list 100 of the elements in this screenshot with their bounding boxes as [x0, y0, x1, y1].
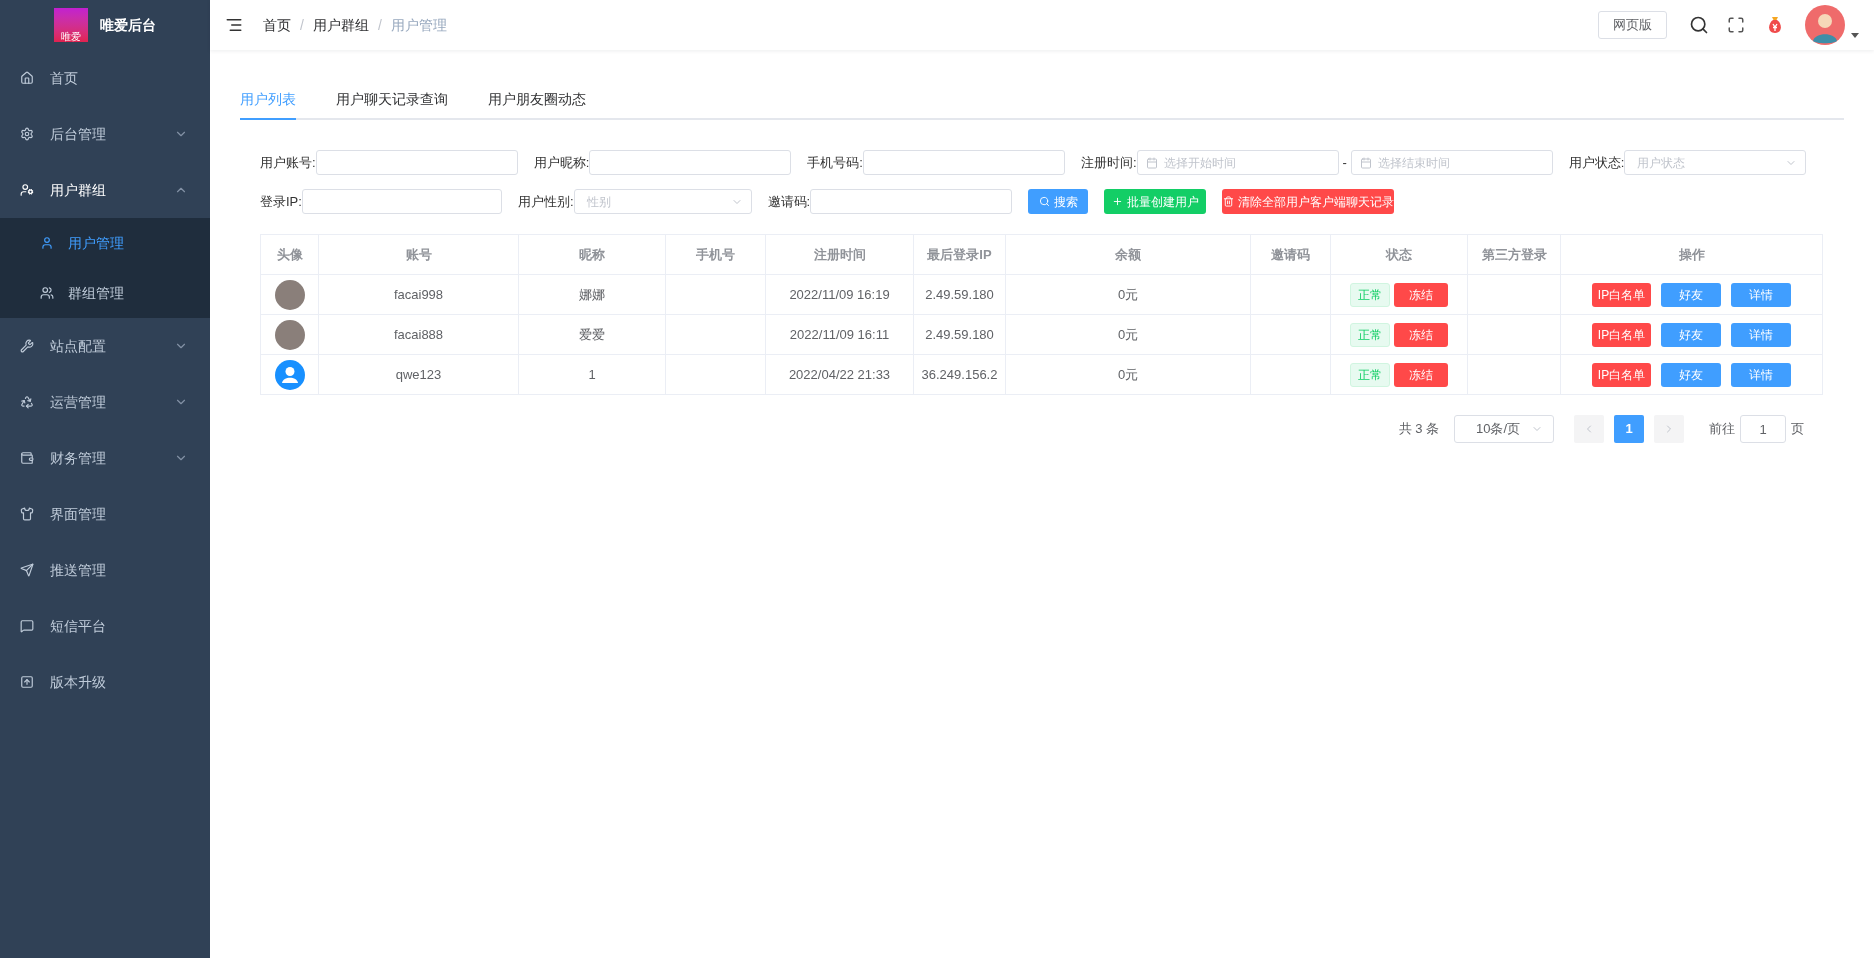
tab[interactable]: 用户列表 [240, 80, 296, 120]
upload-icon [20, 675, 34, 689]
column-header: 状态 [1330, 234, 1468, 275]
fullscreen-icon[interactable] [1727, 16, 1745, 34]
page-button[interactable]: 1 [1614, 415, 1644, 443]
freeze-button[interactable]: 冻结 [1394, 282, 1448, 307]
action-button[interactable]: 详情 [1731, 282, 1792, 307]
wrench-icon [20, 339, 34, 353]
sidebar-item[interactable]: 短信平台 [0, 598, 210, 654]
column-header: 手机号 [665, 234, 766, 275]
shirt-icon [20, 507, 34, 521]
batch-create-button[interactable]: 批量创建用户 [1104, 189, 1207, 214]
table-cell: facai998 [318, 274, 519, 315]
photo-placeholder [274, 319, 305, 350]
plus-icon [1111, 196, 1123, 207]
input-field[interactable] [862, 150, 1065, 175]
sidebar-subitem[interactable]: 用户管理 [0, 218, 210, 268]
tab[interactable]: 用户朋友圈动态 [488, 80, 586, 120]
table-cell: 2.49.59.180 [913, 314, 1006, 355]
date-field[interactable]: 选择开始时间 [1136, 150, 1339, 175]
field-label: 登录IP: [260, 192, 302, 211]
action-button[interactable]: IP白名单 [1591, 282, 1652, 307]
default-avatar-icon [274, 359, 305, 390]
sidebar-item[interactable]: 推送管理 [0, 542, 210, 598]
sidebar-item[interactable]: 后台管理 [0, 106, 210, 162]
column-header: 第三方登录 [1467, 234, 1561, 275]
trash-icon [1222, 196, 1234, 207]
action-button[interactable]: 详情 [1731, 362, 1792, 387]
freeze-button[interactable]: 冻结 [1394, 362, 1448, 387]
sidebar-item[interactable]: 版本升级 [0, 654, 210, 710]
field-label: 手机号码: [807, 153, 863, 172]
column-header: 邀请码 [1250, 234, 1331, 275]
status-tag: 正常 [1350, 362, 1390, 387]
caret-icon[interactable] [1851, 32, 1859, 38]
table-cell: 爱爱 [518, 314, 666, 355]
action-button[interactable]: 详情 [1731, 322, 1792, 347]
field-label: 注册时间: [1080, 153, 1137, 172]
next-page-button[interactable] [1654, 415, 1684, 443]
input-field[interactable] [301, 189, 502, 214]
breadcrumb-separator: / [300, 15, 304, 35]
freeze-button[interactable]: 冻结 [1394, 322, 1448, 347]
breadcrumb-item: 用户管理 [390, 15, 447, 35]
logo: 唯爱 [54, 8, 88, 42]
date-field[interactable]: 选择结束时间 [1350, 150, 1553, 175]
input-field[interactable] [315, 150, 518, 175]
sidebar-item[interactable]: 财务管理 [0, 430, 210, 486]
table-cell: facai888 [318, 314, 519, 355]
table-cell: 0元 [1005, 314, 1251, 355]
user-icon [40, 236, 54, 250]
breadcrumb-item[interactable]: 首页 [263, 14, 291, 36]
sidebar-item[interactable]: 用户群组 [0, 162, 210, 218]
input-field[interactable] [810, 189, 1013, 214]
action-button[interactable]: IP白名单 [1591, 322, 1652, 347]
field-label: 用户状态: [1568, 153, 1625, 172]
action-button[interactable]: 好友 [1661, 282, 1722, 307]
sidebar-item[interactable]: 站点配置 [0, 318, 210, 374]
sidebar-item[interactable]: 界面管理 [0, 486, 210, 542]
table-cell: 2.49.59.180 [913, 274, 1006, 315]
field-label: 邀请码: [767, 192, 811, 211]
table-cell: 娜娜 [518, 274, 666, 315]
calendar-icon [1145, 156, 1158, 169]
paper-plane-icon [20, 563, 34, 577]
chat-icon [20, 619, 34, 633]
column-header: 注册时间 [765, 234, 914, 275]
page-size-select[interactable]: 10条/页 [1454, 415, 1554, 443]
table-cell: 1 [518, 354, 666, 395]
search-button[interactable]: 搜索 [1028, 189, 1089, 214]
select-field[interactable]: 性别 [573, 189, 752, 214]
menu-icon[interactable] [225, 16, 243, 34]
field-label: 用户性别: [517, 192, 574, 211]
user-gear-icon [20, 183, 34, 197]
action-button[interactable]: IP白名单 [1591, 362, 1652, 387]
prev-page-button[interactable] [1574, 415, 1604, 443]
breadcrumb-item[interactable]: 用户群组 [312, 14, 369, 36]
column-header: 最后登录IP [913, 234, 1006, 275]
calendar-icon [1359, 156, 1372, 169]
column-header: 操作 [1560, 234, 1823, 275]
breadcrumb-separator: / [377, 15, 382, 35]
app-title: 唯爱后台 [100, 15, 156, 35]
select-field[interactable]: 用户状态 [1624, 150, 1807, 175]
sidebar-subitem[interactable]: 群组管理 [0, 268, 210, 318]
goto-label: 前往 [1709, 420, 1735, 439]
action-button[interactable]: 好友 [1661, 322, 1722, 347]
goto-page-input[interactable]: 1 [1740, 415, 1786, 443]
input-field[interactable] [589, 150, 792, 175]
field-label: 用户昵称: [533, 153, 590, 172]
action-button[interactable]: 好友 [1661, 362, 1722, 387]
search-icon[interactable] [1689, 15, 1709, 35]
tab[interactable]: 用户聊天记录查询 [336, 80, 448, 120]
date-separator: - [1342, 153, 1347, 172]
sidebar-item[interactable]: 运营管理 [0, 374, 210, 430]
sidebar-item[interactable]: 首页 [0, 50, 210, 106]
status-tag: 正常 [1350, 282, 1390, 307]
column-header: 头像 [260, 234, 319, 275]
total-count: 共 3 条 [1398, 420, 1439, 439]
table-cell: 2022/11/09 16:19 [765, 274, 914, 315]
avatar-icon[interactable] [1805, 5, 1845, 45]
status-tag: 正常 [1350, 322, 1390, 347]
web-version-button[interactable]: 网页版 [1598, 11, 1667, 39]
clear-records-button[interactable]: 清除全部用户客户端聊天记录 [1222, 189, 1395, 214]
